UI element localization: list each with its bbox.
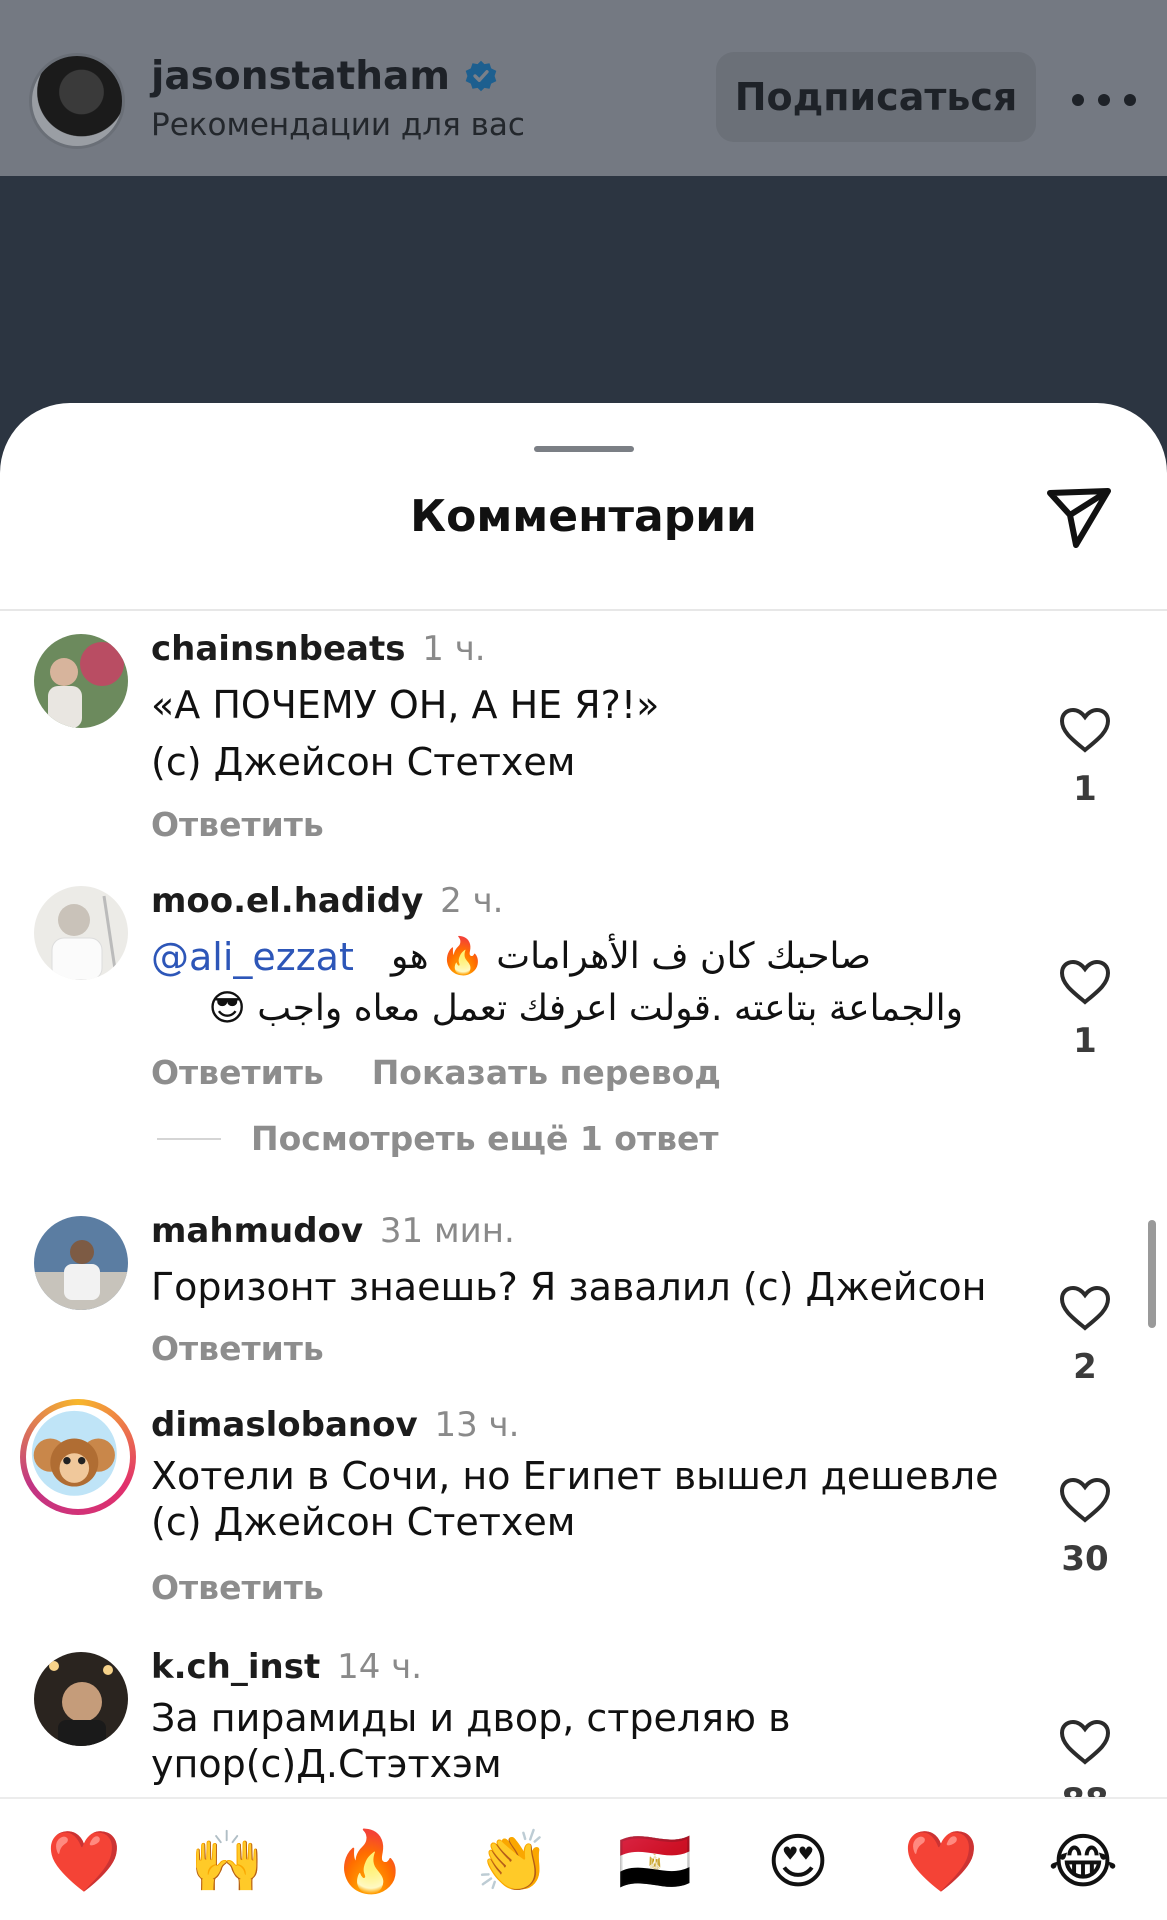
commenter-avatar[interactable]: [34, 886, 128, 980]
like-heart-icon[interactable]: [1059, 707, 1111, 753]
reply-button[interactable]: Ответить: [151, 1053, 324, 1092]
sheet-divider: [0, 609, 1167, 611]
reply-button[interactable]: Ответить: [151, 805, 324, 844]
view-more-replies[interactable]: Посмотреть ещё 1 ответ: [157, 1119, 718, 1158]
scrollbar[interactable]: [1148, 1220, 1156, 1328]
like-count: 2: [1073, 1347, 1097, 1387]
like-heart-icon[interactable]: [1059, 1285, 1111, 1331]
like-heart-icon[interactable]: [1059, 959, 1111, 1005]
comment-time: 31 мин.: [379, 1211, 515, 1251]
emoji-egypt-flag[interactable]: 🇪🇬: [617, 1824, 693, 1900]
emoji-clapping-hands[interactable]: 👏: [475, 1824, 551, 1900]
comment-text: صاحبك كان ف الأهرامات 🔥 هو: [390, 936, 871, 977]
commenter-avatar[interactable]: [34, 1652, 128, 1746]
profile-avatar[interactable]: [29, 53, 125, 149]
comment-user-line: dimaslobanov 13 ч.: [151, 1405, 519, 1445]
comment-text-line2: والجماعة بتاعته .قولت اعرفك تعمل معاه وا…: [208, 988, 963, 1029]
like-count: 1: [1073, 769, 1097, 809]
comment-time: 14 ч.: [337, 1647, 423, 1687]
view-more-replies-label[interactable]: Посмотреть ещё 1 ответ: [251, 1119, 718, 1158]
more-options-icon[interactable]: [1072, 80, 1136, 120]
comment-username[interactable]: chainsnbeats: [151, 629, 405, 669]
follow-button[interactable]: Подписаться: [716, 52, 1036, 142]
commenter-avatar-story-ring[interactable]: [20, 1399, 136, 1515]
comment-user-line: chainsnbeats 1 ч.: [151, 629, 486, 669]
comment-actions: Ответить: [151, 1568, 324, 1607]
emoji-red-heart[interactable]: ❤️: [46, 1824, 122, 1900]
comment-actions: Ответить: [151, 805, 324, 844]
header-username[interactable]: jasonstatham: [151, 54, 450, 99]
post-header: jasonstatham Рекомендации для вас Подпис…: [0, 0, 1167, 176]
show-translation-button[interactable]: Показать перевод: [372, 1053, 721, 1092]
header-username-line[interactable]: jasonstatham: [151, 53, 498, 99]
sheet-drag-handle[interactable]: [534, 446, 634, 452]
quick-emoji-bar: ❤️ 🙌 🔥 👏 🇪🇬 😍 ❤️ 😂: [0, 1797, 1167, 1920]
comment-user-line: mahmudov 31 мин.: [151, 1211, 515, 1251]
comment-user-line: moo.el.hadidy 2 ч.: [151, 881, 504, 921]
comment-actions: Ответить: [151, 1329, 324, 1368]
commenter-avatar[interactable]: [34, 1216, 128, 1310]
comment-actions: Ответить Показать перевод: [151, 1053, 721, 1092]
comment-text: Горизонт знаешь? Я завалил (с) Джейсон: [151, 1265, 987, 1309]
comment-time: 13 ч.: [434, 1405, 520, 1445]
like-heart-icon[interactable]: [1059, 1477, 1111, 1523]
comment-user-line: k.ch_inst 14 ч.: [151, 1647, 422, 1687]
comment-username[interactable]: k.ch_inst: [151, 1647, 320, 1687]
sheet-title: Комментарии: [410, 491, 757, 542]
comment-time: 2 ч.: [440, 881, 504, 921]
emoji-red-heart-2[interactable]: ❤️: [903, 1824, 979, 1900]
comment-username[interactable]: moo.el.hadidy: [151, 881, 423, 921]
like-heart-icon[interactable]: [1059, 1719, 1111, 1765]
share-send-icon[interactable]: [1044, 485, 1114, 551]
comment-username[interactable]: mahmudov: [151, 1211, 363, 1251]
like-count: 30: [1061, 1539, 1109, 1579]
replies-divider: [157, 1137, 221, 1140]
reply-button[interactable]: Ответить: [151, 1329, 324, 1368]
comment-time: 1 ч.: [422, 629, 486, 669]
like-count: 1: [1073, 1021, 1097, 1061]
emoji-heart-eyes[interactable]: 😍: [760, 1824, 836, 1900]
verified-badge-icon: [465, 60, 497, 92]
comments-sheet: Комментарии chainsnbeats 1 ч. «А ПОЧЕМУ …: [0, 403, 1167, 1920]
comment-text: Хотели в Сочи, но Египет вышел дешевле (…: [151, 1454, 999, 1544]
emoji-fire[interactable]: 🔥: [332, 1824, 408, 1900]
emoji-tears-of-joy[interactable]: 😂: [1045, 1824, 1121, 1900]
comment-text: За пирамиды и двор, стреляю в упор(с)Д.С…: [151, 1696, 791, 1786]
commenter-avatar[interactable]: [34, 634, 128, 728]
comment-username[interactable]: dimaslobanov: [151, 1405, 418, 1445]
emoji-raising-hands[interactable]: 🙌: [189, 1824, 265, 1900]
comment-text: «А ПОЧЕМУ ОН, А НЕ Я?!» (с) Джейсон Стет…: [151, 683, 660, 784]
header-subtitle: Рекомендации для вас: [151, 107, 525, 143]
reply-button[interactable]: Ответить: [151, 1568, 324, 1607]
